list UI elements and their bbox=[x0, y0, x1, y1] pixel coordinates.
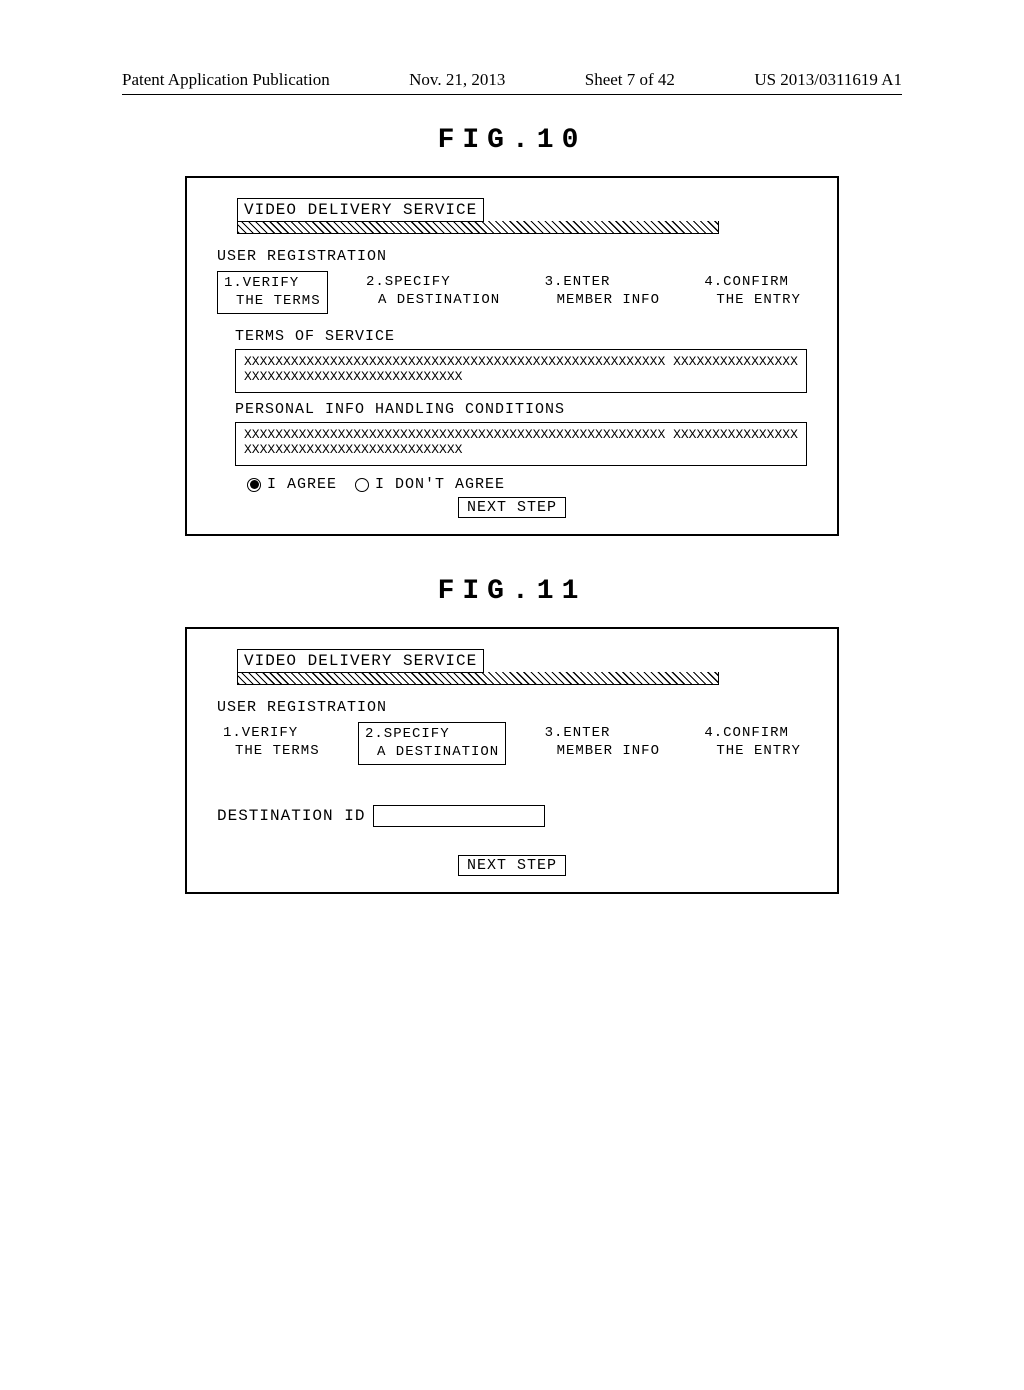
destination-id-input[interactable] bbox=[373, 805, 545, 827]
step-line1: 1.VERIFY bbox=[223, 725, 320, 743]
step-3-enter-member-info[interactable]: 3.ENTER MEMBER INFO bbox=[539, 271, 666, 314]
step-line2: THE ENTRY bbox=[704, 743, 801, 761]
section-heading: USER REGISTRATION bbox=[217, 699, 807, 716]
screen-fig10: VIDEO DELIVERY SERVICE USER REGISTRATION… bbox=[185, 176, 839, 536]
header-rule bbox=[122, 94, 902, 95]
step-line1: 2.SPECIFY bbox=[366, 274, 500, 292]
step-line1: 3.ENTER bbox=[545, 274, 660, 292]
banner-hatch bbox=[237, 221, 719, 234]
figure-label-11: FIG.11 bbox=[0, 576, 1024, 607]
step-line2: THE ENTRY bbox=[704, 292, 801, 310]
step-line2: A DESTINATION bbox=[365, 744, 499, 762]
step-line2: MEMBER INFO bbox=[545, 743, 660, 761]
banner-hatch bbox=[237, 672, 719, 685]
banner: VIDEO DELIVERY SERVICE bbox=[237, 649, 807, 685]
radio-label: I AGREE bbox=[267, 476, 337, 493]
destination-id-label: DESTINATION ID bbox=[217, 807, 365, 825]
figure-label-10: FIG.10 bbox=[0, 125, 1024, 156]
step-line1: 3.ENTER bbox=[545, 725, 660, 743]
agree-radio-group: I AGREE I DON'T AGREE bbox=[247, 476, 807, 493]
step-line1: 4.CONFIRM bbox=[704, 274, 801, 292]
step-4-confirm-entry[interactable]: 4.CONFIRM THE ENTRY bbox=[698, 271, 807, 314]
next-step-button[interactable]: NEXT STEP bbox=[458, 855, 566, 876]
banner: VIDEO DELIVERY SERVICE bbox=[237, 198, 807, 234]
next-step-button[interactable]: NEXT STEP bbox=[458, 497, 566, 518]
step-1-verify-terms[interactable]: 1.VERIFY THE TERMS bbox=[217, 271, 328, 314]
step-line1: 4.CONFIRM bbox=[704, 725, 801, 743]
page-header: Patent Application Publication Nov. 21, … bbox=[122, 70, 902, 90]
radio-unselected-icon bbox=[355, 478, 369, 492]
terms-body: XXXXXXXXXXXXXXXXXXXXXXXXXXXXXXXXXXXXXXXX… bbox=[235, 349, 807, 393]
step-2-specify-destination[interactable]: 2.SPECIFY A DESTINATION bbox=[358, 722, 506, 765]
publication-number: US 2013/0311619 A1 bbox=[754, 70, 902, 90]
radio-disagree[interactable]: I DON'T AGREE bbox=[355, 476, 505, 493]
step-1-verify-terms[interactable]: 1.VERIFY THE TERMS bbox=[217, 722, 326, 765]
banner-title: VIDEO DELIVERY SERVICE bbox=[237, 198, 484, 222]
step-line2: MEMBER INFO bbox=[545, 292, 660, 310]
personal-info-heading: PERSONAL INFO HANDLING CONDITIONS bbox=[235, 401, 807, 418]
step-2-specify-destination[interactable]: 2.SPECIFY A DESTINATION bbox=[360, 271, 506, 314]
publication-date: Nov. 21, 2013 bbox=[409, 70, 505, 90]
sheet-number: Sheet 7 of 42 bbox=[585, 70, 675, 90]
destination-id-row: DESTINATION ID bbox=[217, 805, 807, 827]
publication-type: Patent Application Publication bbox=[122, 70, 330, 90]
progress-steps: 1.VERIFY THE TERMS 2.SPECIFY A DESTINATI… bbox=[217, 722, 807, 765]
step-line2: THE TERMS bbox=[223, 743, 320, 761]
step-3-enter-member-info[interactable]: 3.ENTER MEMBER INFO bbox=[539, 722, 666, 765]
step-line1: 2.SPECIFY bbox=[365, 726, 499, 744]
radio-selected-icon bbox=[247, 478, 261, 492]
step-line2: A DESTINATION bbox=[366, 292, 500, 310]
radio-label: I DON'T AGREE bbox=[375, 476, 505, 493]
personal-info-body: XXXXXXXXXXXXXXXXXXXXXXXXXXXXXXXXXXXXXXXX… bbox=[235, 422, 807, 466]
section-heading: USER REGISTRATION bbox=[217, 248, 807, 265]
step-4-confirm-entry[interactable]: 4.CONFIRM THE ENTRY bbox=[698, 722, 807, 765]
screen-fig11: VIDEO DELIVERY SERVICE USER REGISTRATION… bbox=[185, 627, 839, 894]
progress-steps: 1.VERIFY THE TERMS 2.SPECIFY A DESTINATI… bbox=[217, 271, 807, 314]
step-line2: THE TERMS bbox=[224, 293, 321, 311]
radio-agree[interactable]: I AGREE bbox=[247, 476, 337, 493]
step-line1: 1.VERIFY bbox=[224, 275, 321, 293]
terms-heading: TERMS OF SERVICE bbox=[235, 328, 807, 345]
banner-title: VIDEO DELIVERY SERVICE bbox=[237, 649, 484, 673]
